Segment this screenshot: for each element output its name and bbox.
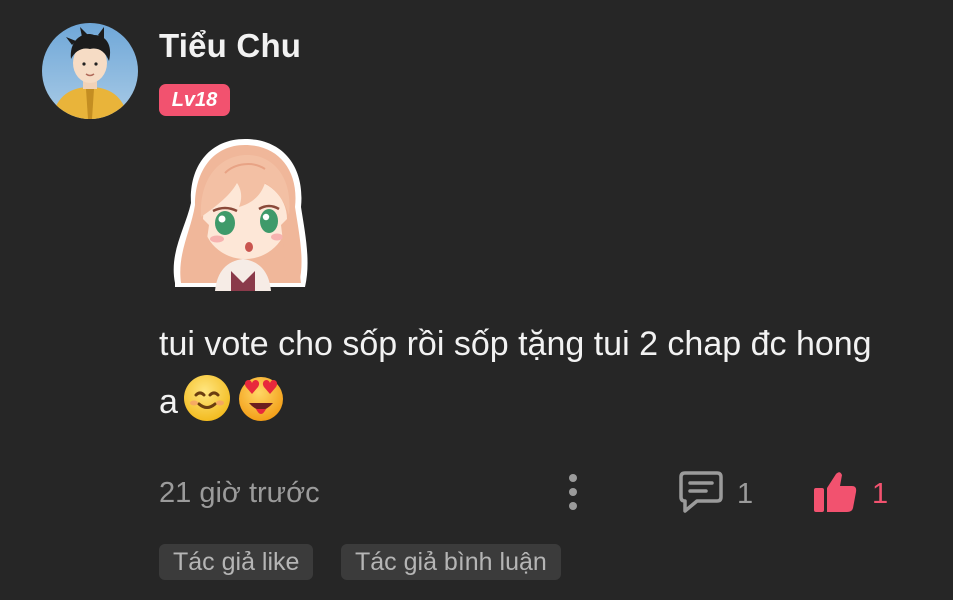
author-comment-tag: Tác giả bình luận	[341, 544, 561, 580]
smiling-face-emoji	[182, 373, 232, 423]
more-vertical-icon	[569, 474, 577, 510]
heart-eyes-emoji	[236, 373, 286, 423]
author-like-tag: Tác giả like	[159, 544, 314, 580]
comment-text: tui vote cho sốp rồi sốp tặng tui 2 chap…	[159, 315, 899, 431]
like-button[interactable]	[812, 470, 858, 514]
like-count: 1	[872, 478, 889, 510]
avatar[interactable]	[42, 23, 138, 119]
reply-button[interactable]	[677, 469, 725, 513]
username[interactable]: Tiểu Chu	[159, 27, 301, 65]
level-badge: Lv18	[159, 84, 230, 116]
reply-count: 1	[737, 478, 754, 510]
comment-icon	[679, 471, 723, 513]
timestamp: 21 giờ trước	[159, 477, 320, 509]
thumbs-up-icon	[814, 472, 857, 512]
anime-girl-sticker	[165, 133, 317, 291]
comment-card: Tiểu Chu Lv18 tui vote cho sốp rồi sốp t…	[0, 0, 953, 600]
more-options-button[interactable]	[561, 470, 585, 514]
